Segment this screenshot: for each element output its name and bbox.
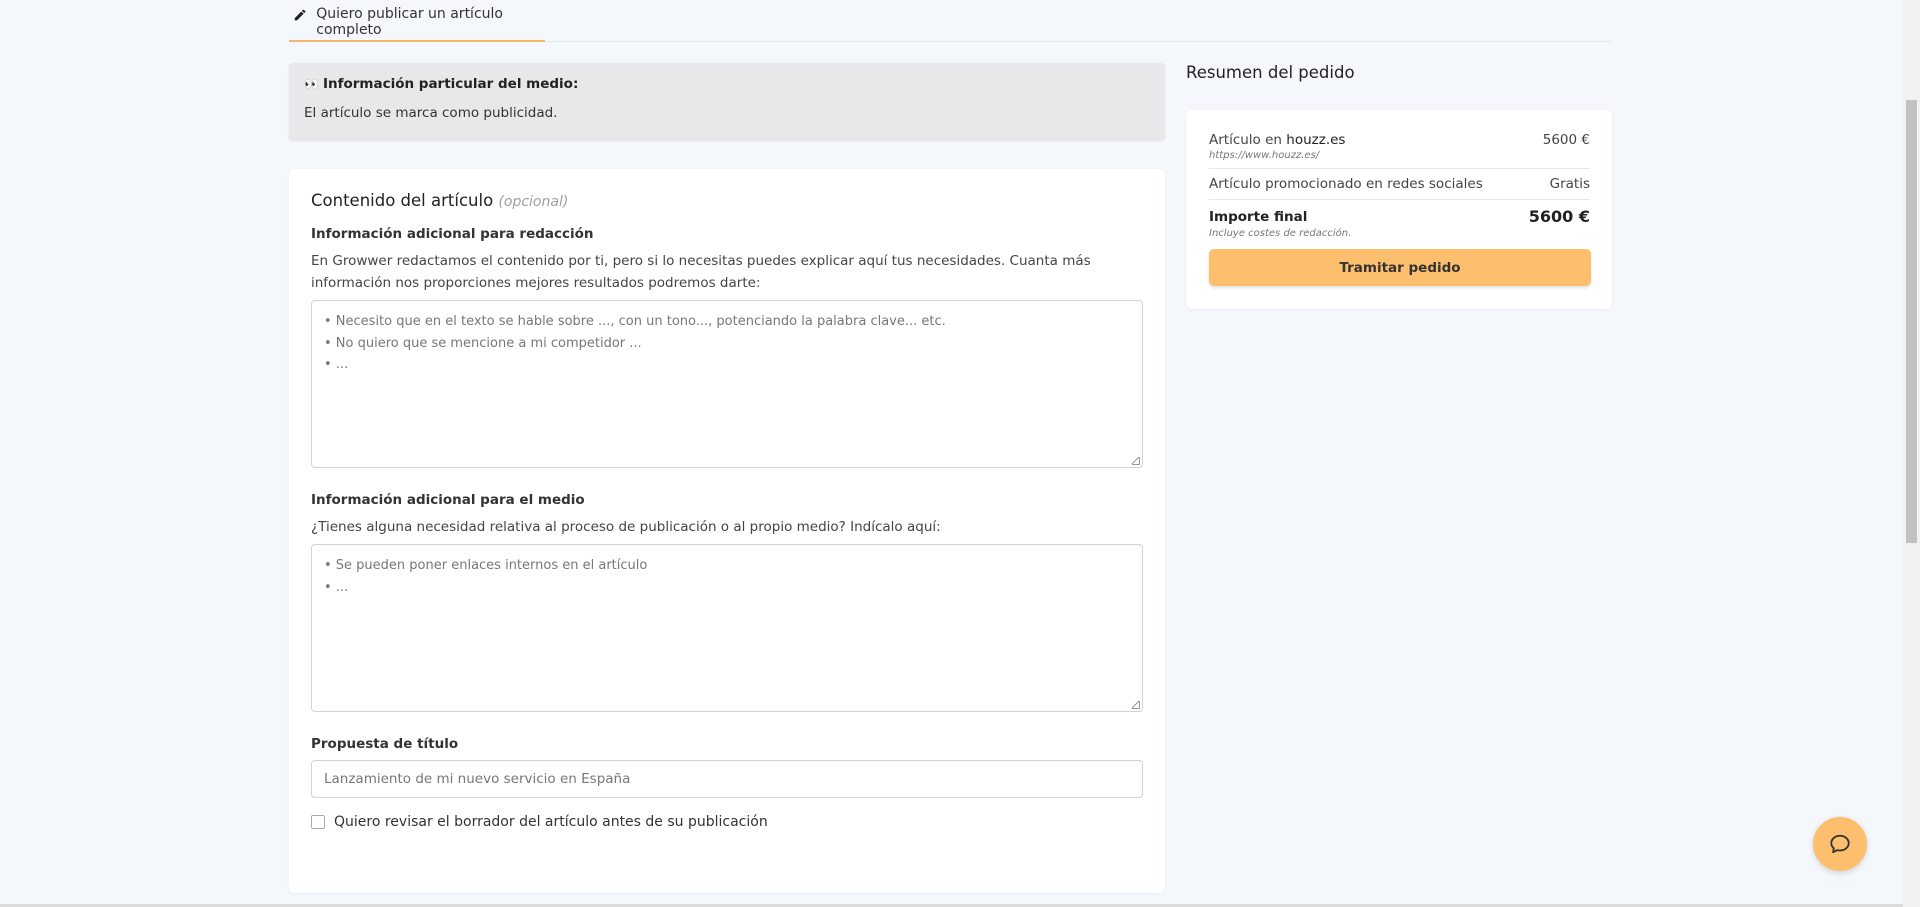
summary-article-price: 5600 € [1542, 132, 1590, 148]
summary-promo-row: Artículo promocionado en redes sociales … [1209, 176, 1590, 192]
media-extra-textarea[interactable]: • Se pueden poner enlaces internos en el… [311, 544, 1143, 712]
summary-article-label: Artículo en houzz.es [1209, 132, 1345, 148]
title-proposal-input[interactable]: Lanzamiento de mi nuevo servicio en Espa… [311, 760, 1143, 798]
placeholder-line: • Se pueden poner enlaces internos en el… [324, 558, 648, 573]
placeholder-line: • ... [324, 357, 349, 372]
media-info-box: 👀 Información particular del medio: El a… [289, 63, 1165, 140]
summary-article-url: https://www.houzz.es/ [1209, 150, 1320, 161]
pencil-icon [294, 9, 306, 21]
content-title: Contenido del artículo [311, 191, 494, 210]
writing-info-label: Información adicional para redacción [311, 226, 594, 242]
content-card: Contenido del artículo (opcional) Inform… [289, 169, 1165, 893]
media-info-title: Información particular del medio: [322, 76, 579, 92]
summary-total-row: Importe final 5600 € [1209, 207, 1590, 226]
summary-title: Resumen del pedido [1186, 63, 1355, 82]
review-checkbox-row[interactable]: Quiero revisar el borrador del artículo … [311, 814, 1143, 830]
tab-label: Quiero publicar un artículo completo [316, 6, 503, 38]
media-extra-label: Información adicional para el medio [311, 492, 585, 508]
review-checkbox-label[interactable]: Quiero revisar el borrador del artículo … [334, 814, 768, 830]
summary-promo-price: Gratis [1549, 176, 1590, 192]
writing-info-description: En Growwer redactamos el contenido por t… [311, 253, 1091, 291]
placeholder-line: • Necesito que en el texto se hable sobr… [324, 314, 946, 329]
optional-tag: (opcional) [498, 194, 569, 210]
resize-handle[interactable] [1132, 457, 1140, 465]
eyes-icon: 👀 [304, 77, 319, 91]
media-info-title-row: 👀 Información particular del medio: [304, 76, 1150, 92]
summary-article-prefix: Artículo en [1209, 132, 1282, 148]
resize-handle[interactable] [1132, 701, 1140, 709]
title-proposal-placeholder: Lanzamiento de mi nuevo servicio en Espa… [324, 771, 631, 787]
summary-total-value: 5600 € [1528, 207, 1590, 226]
summary-card: Artículo en houzz.es 5600 € https://www.… [1186, 110, 1612, 309]
writing-info-textarea[interactable]: • Necesito que en el texto se hable sobr… [311, 300, 1143, 468]
placeholder-line: • ... [324, 579, 349, 595]
summary-total-label: Importe final [1209, 208, 1308, 225]
page-scrollbar[interactable] [1903, 0, 1920, 907]
summary-article-site: houzz.es [1286, 132, 1346, 148]
chat-button[interactable] [1813, 817, 1867, 871]
divider [1209, 168, 1590, 169]
tab-bar: Quiero publicar un artículo completo [289, 0, 1612, 42]
media-extra-description: ¿Tienes alguna necesidad relativa al pro… [311, 519, 941, 535]
summary-article-row: Artículo en houzz.es 5600 € [1209, 132, 1590, 148]
chat-bubble-icon [1830, 834, 1850, 854]
placeholder-line: • No quiero que se mencione a mi competi… [324, 335, 642, 351]
scrollbar-thumb[interactable] [1906, 100, 1917, 543]
tab-full-article[interactable]: Quiero publicar un artículo completo [289, 0, 545, 42]
content-title-row: Contenido del artículo (opcional) [311, 191, 1143, 210]
summary-promo-label: Artículo promocionado en redes sociales [1209, 176, 1483, 192]
submit-order-button[interactable]: Tramitar pedido [1209, 249, 1591, 286]
divider [1209, 199, 1590, 200]
summary-total-note: Incluye costes de redacción. [1209, 228, 1352, 239]
title-proposal-label: Propuesta de título [311, 736, 459, 752]
review-checkbox[interactable] [311, 815, 325, 829]
media-info-text: El artículo se marca como publicidad. [304, 105, 558, 121]
